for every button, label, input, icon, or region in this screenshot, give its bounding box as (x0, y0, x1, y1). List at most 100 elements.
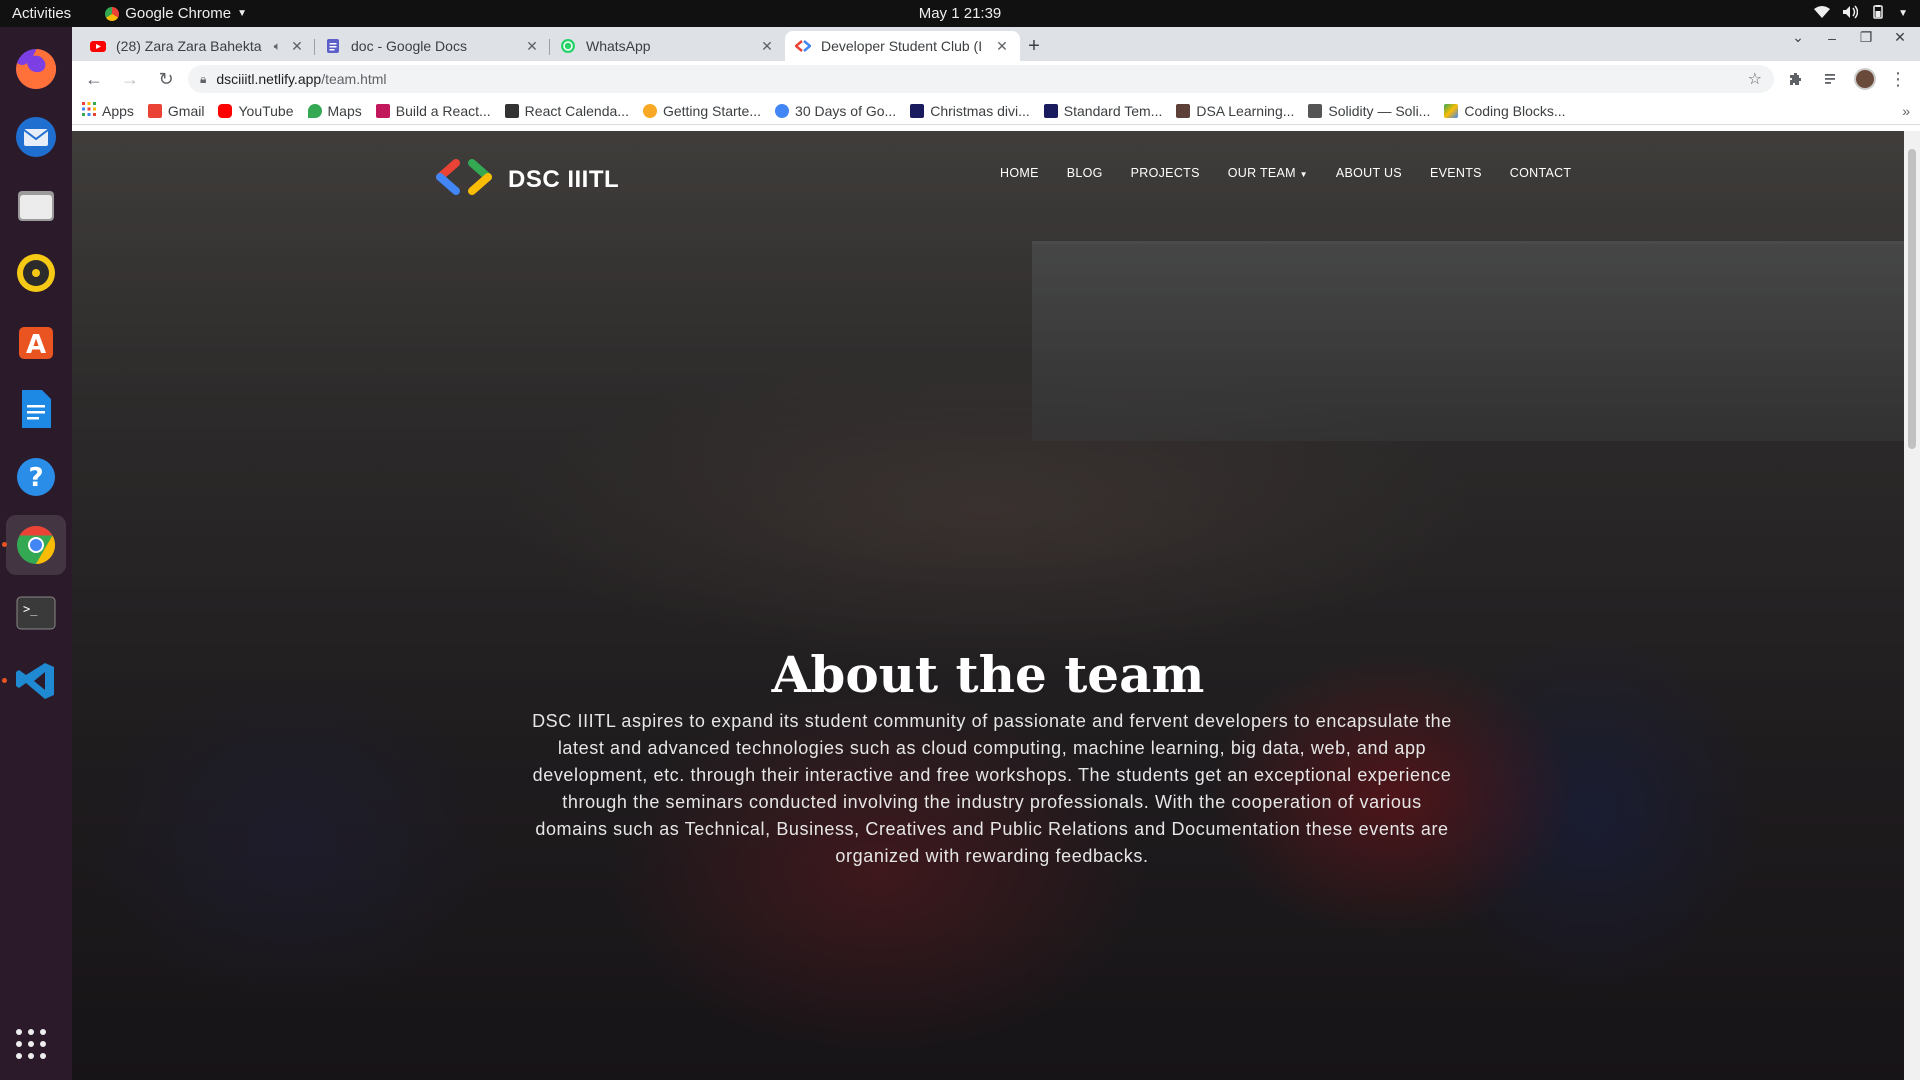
dsc-logo-icon (436, 159, 492, 200)
bookmark-coding-blocks[interactable]: Coding Blocks... (1444, 103, 1566, 119)
bookmark-label: Getting Starte... (662, 102, 762, 119)
tab-whatsapp[interactable]: WhatsApp ✕ (550, 31, 785, 61)
minimize-icon[interactable]: – (1818, 30, 1846, 46)
h-icon (910, 103, 925, 118)
site-nav: HOME BLOG PROJECTS OUR TEAM ▼ ABOUT US E… (1000, 166, 1571, 180)
close-tab-icon[interactable]: ✕ (994, 38, 1010, 55)
bookmark-standard[interactable]: Standard Tem... (1043, 102, 1163, 119)
profile-avatar[interactable] (1854, 68, 1876, 90)
gmail-icon (147, 103, 162, 118)
bookmark-star-icon[interactable]: ☆ (1748, 69, 1762, 89)
bookmark-dsa[interactable]: DSA Learning... (1176, 103, 1294, 119)
cube-icon (504, 103, 519, 118)
reload-button[interactable]: ↻ (152, 65, 180, 93)
kebab-menu-icon[interactable]: ⋮ (1884, 65, 1912, 93)
whatsapp-icon (560, 38, 576, 54)
bookmarks-bar: Apps Gmail YouTube Maps Build a React...… (72, 97, 1920, 125)
clock[interactable]: May 1 21:39 (919, 5, 1002, 22)
bookmark-react-calendar[interactable]: React Calenda... (504, 102, 629, 119)
lock-icon[interactable]: 🔒︎ (200, 72, 206, 87)
tab-google-docs[interactable]: doc - Google Docs ✕ (315, 31, 550, 61)
help-icon[interactable]: ? (6, 447, 66, 507)
bookmark-build-react[interactable]: Build a React... (375, 102, 491, 119)
page-viewport: DSC IIITL HOME BLOG PROJECTS OUR TEAM ▼ … (72, 131, 1920, 1080)
speaker-icon[interactable]: 🔈︎ (274, 39, 281, 54)
bookmark-label: Maps (327, 102, 362, 119)
page-scrollbar[interactable] (1904, 131, 1920, 1080)
terminal-icon[interactable]: >_ (6, 583, 66, 643)
tab-youtube[interactable]: (28) Zara Zara Bahekta 🔈︎ ✕ (80, 31, 315, 61)
site-logo[interactable]: DSC IIITL (436, 159, 619, 200)
software-icon[interactable]: A (6, 311, 66, 371)
restore-icon[interactable]: ❐ (1852, 29, 1880, 46)
bookmark-getting-started[interactable]: Getting Starte... (642, 102, 762, 119)
writer-icon[interactable] (6, 379, 66, 439)
bookmark-gmail[interactable]: Gmail (147, 103, 204, 119)
app-menu[interactable]: Google Chrome ▼ (105, 5, 247, 22)
dock: A ? >_ (0, 27, 72, 1080)
tab-developer-student-club[interactable]: Developer Student Club (I ✕ (785, 31, 1020, 61)
show-applications-icon[interactable] (14, 1027, 48, 1066)
youtube-icon (90, 38, 106, 54)
rhythmbox-icon[interactable] (6, 243, 66, 303)
bookmark-label: Christmas divi... (930, 102, 1030, 119)
chrome-window: (28) Zara Zara Bahekta 🔈︎ ✕ doc - Google… (72, 27, 1920, 1080)
bookmark-youtube[interactable]: YouTube (218, 103, 294, 119)
bookmark-apps[interactable]: Apps (82, 102, 134, 119)
bookmark-30-days[interactable]: 30 Days of Go... (775, 103, 896, 119)
url-host: dsciiitl.netlify.app (216, 71, 322, 87)
system-tray[interactable]: ▼ (1814, 0, 1908, 27)
bookmark-label: Standard Tem... (1063, 102, 1163, 119)
bookmark-label: Build a React... (395, 102, 491, 119)
apps-grid-icon (82, 102, 96, 119)
new-tab-button[interactable]: + (1020, 31, 1048, 61)
nav-events[interactable]: EVENTS (1430, 166, 1482, 180)
bookmark-label: React Calenda... (524, 102, 629, 119)
nav-projects[interactable]: PROJECTS (1131, 166, 1200, 180)
bookmarks-overflow-button[interactable]: » (1902, 103, 1910, 119)
site-header: DSC IIITL HOME BLOG PROJECTS OUR TEAM ▼ … (72, 131, 1904, 221)
tab-title: (28) Zara Zara Bahekta (116, 38, 262, 54)
close-tab-icon[interactable]: ✕ (759, 38, 775, 55)
activities-button[interactable]: Activities (0, 5, 83, 22)
nav-contact[interactable]: CONTACT (1510, 166, 1572, 180)
back-button[interactable]: ← (80, 65, 108, 93)
nav-home[interactable]: HOME (1000, 166, 1039, 180)
firefox-icon[interactable] (6, 39, 66, 99)
files-icon[interactable] (6, 175, 66, 235)
nav-our-team-label: OUR TEAM (1227, 166, 1296, 180)
nav-blog[interactable]: BLOG (1067, 166, 1103, 180)
gem-icon (375, 103, 390, 118)
thunderbird-icon[interactable] (6, 107, 66, 167)
nav-our-team[interactable]: OUR TEAM ▼ (1228, 166, 1308, 180)
google-docs-icon (325, 38, 341, 54)
address-bar[interactable]: 🔒︎ dsciiitl.netlify.app/team.html ☆ (188, 65, 1774, 93)
close-window-icon[interactable]: ✕ (1886, 29, 1914, 46)
browser-toolbar: ← → ↻ 🔒︎ dsciiitl.netlify.app/team.html … (72, 61, 1920, 97)
chrome-icon[interactable] (2, 515, 66, 575)
svg-text:?: ? (28, 463, 43, 493)
tab-strip: (28) Zara Zara Bahekta 🔈︎ ✕ doc - Google… (72, 27, 1920, 61)
scrollbar-thumb[interactable] (1908, 149, 1916, 449)
bookmark-solidity[interactable]: Solidity — Soli... (1308, 103, 1430, 119)
team-description: DSC IIITL aspires to expand its student … (532, 711, 1452, 866)
tab-title: doc - Google Docs (351, 38, 467, 54)
reading-list-icon[interactable] (1818, 65, 1846, 93)
bookmark-label: Solidity — Soli... (1328, 102, 1431, 119)
bookmark-christmas[interactable]: Christmas divi... (910, 103, 1030, 119)
vscode-icon[interactable] (2, 651, 66, 711)
bookmark-maps[interactable]: Maps (307, 102, 362, 119)
svg-text:A: A (26, 330, 46, 360)
site-logo-text: DSC IIITL (508, 165, 620, 193)
extensions-icon[interactable] (1782, 65, 1810, 93)
tab-search-icon[interactable]: ⌄ (1784, 29, 1812, 46)
youtube-icon (218, 103, 233, 118)
close-tab-icon[interactable]: ✕ (289, 38, 305, 55)
close-tab-icon[interactable]: ✕ (524, 38, 540, 55)
nav-about-us[interactable]: ABOUT US (1336, 166, 1402, 180)
tab-title: WhatsApp (586, 38, 651, 54)
forward-button[interactable]: → (116, 65, 144, 93)
h-icon (1043, 103, 1058, 118)
volume-icon (1842, 5, 1859, 23)
app-menu-label: Google Chrome (125, 5, 232, 22)
